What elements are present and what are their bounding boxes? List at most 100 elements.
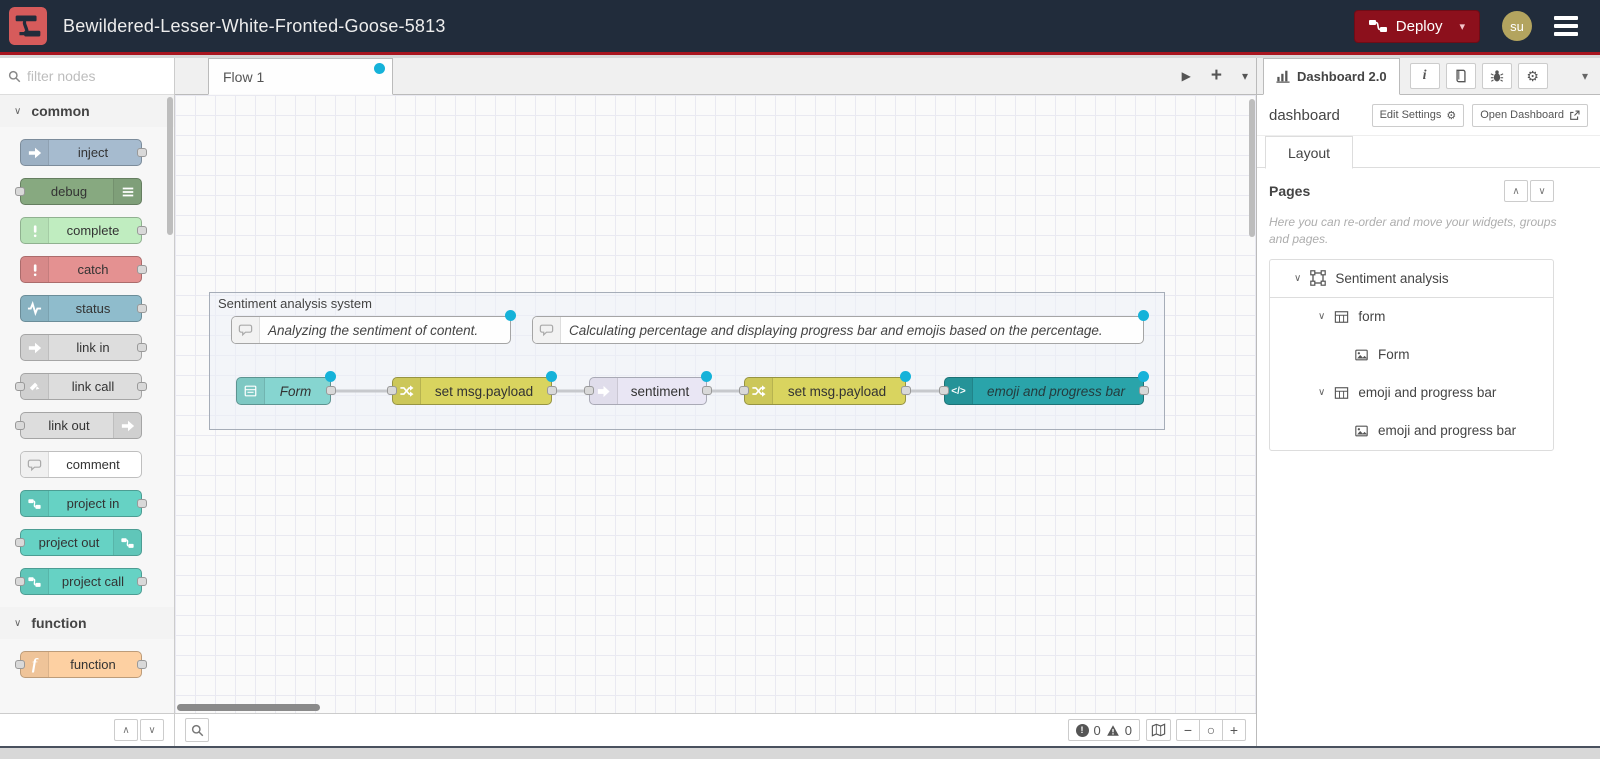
comment-bubble-icon [21, 452, 49, 477]
tab-layout[interactable]: Layout [1265, 136, 1354, 169]
tree-row-widget-emoji-and-progress-bar[interactable]: emoji and progress bar [1270, 412, 1553, 450]
zoom-reset-button[interactable]: ○ [1199, 719, 1223, 741]
output-port[interactable] [137, 576, 147, 586]
debug-tab-button[interactable] [1481, 63, 1512, 89]
zoom-out-button[interactable]: − [1176, 719, 1200, 741]
input-port[interactable] [15, 186, 25, 196]
palette-node-complete[interactable]: complete [20, 217, 147, 244]
input-port[interactable] [15, 576, 25, 586]
flow-node-form[interactable]: Form [236, 371, 336, 405]
expand-all-button[interactable]: ∨ [140, 719, 164, 741]
canvas-horizontal-scrollbar[interactable] [177, 704, 320, 711]
output-port[interactable] [137, 381, 147, 391]
output-port[interactable] [1139, 386, 1149, 395]
palette-node-catch[interactable]: catch [20, 256, 147, 283]
output-port[interactable] [137, 264, 147, 274]
open-dashboard-button[interactable]: Open Dashboard [1472, 103, 1588, 127]
tab-dashboard-2[interactable]: Dashboard 2.0 [1263, 57, 1400, 95]
palette-node-link-out[interactable]: link out [15, 412, 142, 439]
notification-counts[interactable]: ! 0 0 [1067, 719, 1140, 741]
palette-node-status[interactable]: status [20, 295, 147, 322]
comment-node-analyzing[interactable]: Analyzing the sentiment of content. [231, 310, 516, 344]
palette-search[interactable] [0, 58, 174, 95]
add-flow-button[interactable]: + [1211, 65, 1222, 87]
palette-node-comment[interactable]: comment [20, 451, 142, 478]
palette-node-function[interactable]: f function [15, 651, 147, 678]
avatar-initials: su [1510, 18, 1524, 34]
flow-canvas[interactable]: Sentiment analysis system Analyzing the … [175, 95, 1256, 713]
output-port[interactable] [326, 386, 336, 395]
palette-scroll-area: ∨ common inject debug complete catch sta… [0, 95, 174, 713]
palette-scrollbar[interactable] [167, 97, 173, 235]
palette-node-debug[interactable]: debug [15, 178, 142, 205]
filter-nodes-input[interactable] [27, 68, 147, 84]
tree-row-group-emoji-and-progress-bar[interactable]: ∨ emoji and progress bar [1270, 374, 1553, 412]
palette-node-project-out[interactable]: project out [15, 529, 142, 556]
palette-node-link-call[interactable]: link call [15, 373, 147, 400]
tree-row-group-form[interactable]: ∨ form [1270, 298, 1553, 336]
palette-category-common[interactable]: ∨ common [0, 95, 174, 127]
canvas-search-button[interactable] [185, 718, 209, 742]
input-port[interactable] [387, 386, 397, 395]
input-port[interactable] [15, 420, 25, 430]
palette-node-inject[interactable]: inject [20, 139, 147, 166]
table-icon [1334, 386, 1349, 400]
input-port[interactable] [15, 381, 25, 391]
help-tab-button[interactable] [1445, 63, 1476, 89]
output-port[interactable] [702, 386, 712, 395]
flow-node-change-2[interactable]: set msg.payload [739, 371, 911, 405]
output-port[interactable] [137, 147, 147, 157]
input-port[interactable] [584, 386, 594, 395]
flow-changed-dot [374, 63, 385, 74]
deploy-label: Deploy [1395, 17, 1443, 35]
sidebar-menu-caret-icon[interactable]: ▾ [1582, 69, 1588, 83]
user-avatar[interactable]: su [1502, 11, 1532, 41]
input-port[interactable] [939, 386, 949, 395]
flow-tab-label: Flow 1 [223, 68, 265, 85]
palette-node-project-in[interactable]: project in [20, 490, 147, 517]
navigator-button[interactable] [1146, 719, 1171, 741]
palette-node-project-call[interactable]: project call [15, 568, 147, 595]
chevron-down-icon[interactable]: ∨ [1318, 311, 1325, 322]
node-palette: ∨ common inject debug [0, 58, 175, 746]
palette-category-function[interactable]: ∨ function [0, 607, 174, 639]
tree-row-page-sentiment-analysis[interactable]: ∨ Sentiment analysis [1270, 260, 1553, 298]
output-port[interactable] [137, 659, 147, 669]
output-port[interactable] [137, 303, 147, 313]
edit-settings-button[interactable]: Edit Settings ⚙ [1371, 103, 1465, 127]
flow-node-sentiment[interactable]: sentiment [584, 371, 712, 405]
chevron-down-icon[interactable]: ∨ [1294, 273, 1301, 284]
zoom-in-button[interactable]: + [1222, 719, 1246, 741]
tab-flow-1[interactable]: Flow 1 [208, 58, 393, 95]
chevron-down-icon[interactable]: ∨ [1318, 387, 1325, 398]
node-red-logo-icon [9, 7, 47, 45]
move-up-button[interactable]: ∧ [1504, 180, 1528, 202]
pages-help-text: Here you can re-order and move your widg… [1269, 215, 1557, 247]
output-port[interactable] [137, 498, 147, 508]
input-port[interactable] [15, 537, 25, 547]
flow-node-change-1[interactable]: set msg.payload [387, 371, 557, 405]
input-port[interactable] [15, 659, 25, 669]
output-port[interactable] [137, 225, 147, 235]
tree-row-widget-form[interactable]: Form [1270, 336, 1553, 374]
shuffle-icon [745, 378, 773, 404]
next-tab-button[interactable]: ▶ [1182, 69, 1191, 83]
comment-node-calculating[interactable]: Calculating percentage and displaying pr… [532, 310, 1149, 344]
canvas-vertical-scrollbar[interactable] [1249, 99, 1255, 237]
deploy-button[interactable]: Deploy ▾ [1353, 9, 1480, 43]
deploy-caret-icon[interactable]: ▾ [1459, 20, 1465, 33]
palette-node-link-in[interactable]: link in [20, 334, 147, 361]
move-down-button[interactable]: ∨ [1530, 180, 1554, 202]
config-nodes-tab-button[interactable]: ⚙ [1517, 63, 1548, 89]
output-port[interactable] [137, 342, 147, 352]
input-port[interactable] [739, 386, 749, 395]
flow-node-template[interactable]: </> emoji and progress bar [939, 371, 1149, 405]
comment-bubble-icon [533, 317, 561, 343]
node-group-sentiment-analysis-system[interactable]: Sentiment analysis system [209, 292, 1165, 430]
output-port[interactable] [547, 386, 557, 395]
main-menu-button[interactable] [1554, 16, 1578, 36]
info-tab-button[interactable]: i [1409, 63, 1440, 89]
output-port[interactable] [901, 386, 911, 395]
collapse-all-button[interactable]: ∧ [114, 719, 138, 741]
flow-list-button[interactable]: ▾ [1242, 69, 1248, 83]
